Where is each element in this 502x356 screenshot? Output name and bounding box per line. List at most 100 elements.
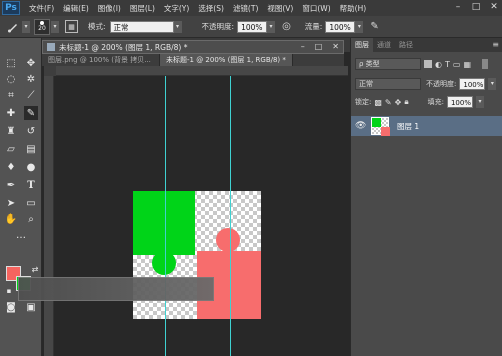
flow-dropdown-arrow[interactable]: ▾ — [355, 20, 364, 33]
menu-image[interactable]: 图像(I) — [98, 3, 121, 14]
menu-view[interactable]: 视图(V) — [267, 3, 293, 14]
filter-pixel-icon[interactable] — [424, 60, 432, 68]
blend-row: 正常 不透明度: 100% ▾ — [355, 78, 497, 90]
lock-all-icon[interactable]: 🔒︎ — [404, 97, 408, 107]
brush-size-dropdown[interactable]: ▾ — [51, 20, 59, 33]
menu-window[interactable]: 窗口(W) — [302, 3, 330, 14]
gradient-tool-icon[interactable]: ▤ — [24, 142, 38, 156]
layer-name[interactable]: 图层 1 — [397, 121, 419, 132]
brush-panel-icon[interactable]: ▦ — [65, 20, 78, 33]
mode-label: 模式: — [88, 22, 106, 31]
eyedropper-tool-icon[interactable]: ⟋ — [24, 88, 38, 102]
opacity-input[interactable]: 100% — [237, 20, 268, 33]
dodge-tool-icon[interactable]: ● — [24, 160, 38, 174]
red-circle — [216, 228, 240, 252]
menu-type[interactable]: 文字(Y) — [164, 3, 189, 14]
hand-tool-icon[interactable]: ✋ — [4, 212, 18, 226]
menu-help[interactable]: 帮助(H) — [340, 3, 367, 14]
lock-label: 锁定: — [355, 98, 372, 106]
document-tab-active[interactable]: 未标题-1 @ 200% (图层 1, RGB/8) * — [160, 54, 293, 66]
document-tab[interactable]: 图层.png @ 100% (背景 拷贝... — [42, 54, 160, 66]
shape-tool-icon[interactable]: ▭ — [24, 196, 38, 210]
zoom-tool-icon[interactable]: ⌕ — [24, 212, 38, 226]
filter-shape-icon[interactable]: ▭ — [453, 60, 461, 69]
document-tab-bar: 图层.png @ 100% (背景 拷贝... 未标题-1 @ 200% (图层… — [42, 54, 344, 66]
blur-tool-icon[interactable]: ♦ — [4, 160, 18, 174]
doc-close-icon[interactable]: ✕ — [332, 42, 339, 51]
minimize-icon[interactable]: – — [452, 2, 464, 13]
mode-dropdown-arrow[interactable]: ▾ — [173, 20, 182, 33]
eraser-tool-icon[interactable]: ▱ — [4, 142, 18, 156]
visibility-eye-icon[interactable]: 👁︎ — [355, 121, 367, 131]
document-window-titlebar[interactable]: 未标题-1 @ 200% (图层 1, RGB/8) * – □ ✕ — [42, 40, 344, 54]
ruler-corner — [44, 66, 56, 76]
marquee-tool-icon[interactable]: ⬚ — [4, 56, 18, 70]
lock-position-icon[interactable]: ✥ — [395, 98, 402, 107]
brush-size-value: 20 — [38, 25, 46, 32]
filter-type-icon[interactable]: T — [445, 60, 450, 69]
panel-menu-icon[interactable]: ≡ — [492, 38, 499, 52]
quick-mask-icon[interactable]: ◙ — [4, 300, 18, 314]
layer-opacity-arrow[interactable]: ▾ — [488, 78, 497, 90]
horizontal-ruler[interactable] — [56, 66, 348, 76]
doc-minimize-icon[interactable]: – — [301, 42, 305, 51]
layer-row[interactable]: 👁︎ 图层 1 — [351, 116, 502, 136]
opacity-label: 不透明度: — [201, 22, 235, 31]
green-circle — [152, 251, 176, 275]
tab-channels[interactable]: 通道 — [373, 38, 395, 52]
close-icon[interactable]: ✕ — [488, 2, 500, 13]
flow-input[interactable]: 100% — [325, 20, 356, 33]
opacity-dropdown-arrow[interactable]: ▾ — [267, 20, 276, 33]
doc-restore-icon[interactable]: □ — [315, 42, 323, 51]
fill-input[interactable]: 100% — [446, 96, 473, 108]
layer-thumbnail — [371, 117, 390, 136]
stamp-tool-icon[interactable]: ♜ — [4, 124, 18, 138]
fill-arrow[interactable]: ▾ — [475, 96, 484, 108]
thumb-red — [381, 127, 390, 136]
swap-colors-icon[interactable]: ⇄ — [28, 262, 42, 276]
photoshop-logo: Ps — [2, 1, 20, 15]
maximize-icon[interactable]: □ — [470, 2, 482, 13]
brush-tool-icon[interactable]: ✎ — [24, 106, 38, 120]
canvas-area[interactable] — [54, 76, 348, 356]
menu-filter[interactable]: 滤镜(T) — [233, 3, 258, 14]
magic-wand-tool-icon[interactable]: ✲ — [24, 72, 38, 86]
mode-select[interactable]: 正常 — [109, 20, 174, 33]
vertical-ruler[interactable] — [44, 66, 54, 356]
filter-toggle-icon[interactable] — [482, 59, 488, 69]
healing-tool-icon[interactable]: ✚ — [4, 106, 18, 120]
tool-preset-dropdown[interactable]: ▾ — [22, 20, 30, 33]
layers-panel: 图层 通道 路径 ≡ ρ 类型 ◐ T ▭ ▦ 正常 不透明度: 100% ▾ … — [350, 38, 502, 356]
history-brush-tool-icon[interactable]: ↺ — [24, 124, 38, 138]
lasso-tool-icon[interactable]: ◌ — [4, 72, 18, 86]
document-window-controls: – □ ✕ — [301, 42, 339, 51]
menu-select[interactable]: 选择(S) — [198, 3, 224, 14]
filter-adjust-icon[interactable]: ◐ — [435, 60, 442, 69]
tab-layers[interactable]: 图层 — [351, 38, 373, 52]
move-tool-icon[interactable]: ✥ — [24, 56, 38, 70]
layer-opacity-input[interactable]: 100% — [459, 78, 486, 90]
menu-file[interactable]: 文件(F) — [29, 3, 54, 14]
pen-tool-icon[interactable]: ✒ — [4, 178, 18, 192]
menu-layer[interactable]: 图层(L) — [130, 3, 155, 14]
blend-mode-select[interactable]: 正常 — [355, 78, 421, 90]
more-tools-icon[interactable]: … — [14, 228, 28, 242]
brush-size-picker[interactable]: 20 — [34, 18, 50, 35]
pressure-opacity-icon[interactable]: ◎ — [282, 21, 291, 32]
vertical-guide[interactable] — [230, 76, 231, 356]
tab-paths[interactable]: 路径 — [395, 38, 417, 52]
tools-panel: ⬚ ✥ ◌ ✲ ⌗ ⟋ ✚ ✎ ♜ ↺ ▱ ▤ ♦ ● ✒ T ➤ ▭ ✋ ⌕ … — [0, 38, 42, 356]
type-tool-icon[interactable]: T — [24, 178, 38, 192]
brush-tool-icon[interactable] — [6, 20, 20, 34]
path-selection-tool-icon[interactable]: ➤ — [4, 196, 18, 210]
crop-tool-icon[interactable]: ⌗ — [4, 88, 18, 102]
screen-mode-icon[interactable]: ▣ — [24, 300, 38, 314]
filter-smart-icon[interactable]: ▦ — [463, 60, 471, 69]
lock-pixels-icon[interactable]: ✎ — [385, 98, 392, 107]
airbrush-icon[interactable]: ✎ — [370, 21, 378, 32]
default-colors-icon[interactable]: ▪ — [2, 284, 16, 298]
vertical-guide[interactable] — [165, 76, 166, 356]
menu-edit[interactable]: 编辑(E) — [63, 3, 89, 14]
layer-filter-select[interactable]: ρ 类型 — [355, 58, 421, 70]
lock-transparent-icon[interactable]: ▩ — [374, 98, 382, 107]
